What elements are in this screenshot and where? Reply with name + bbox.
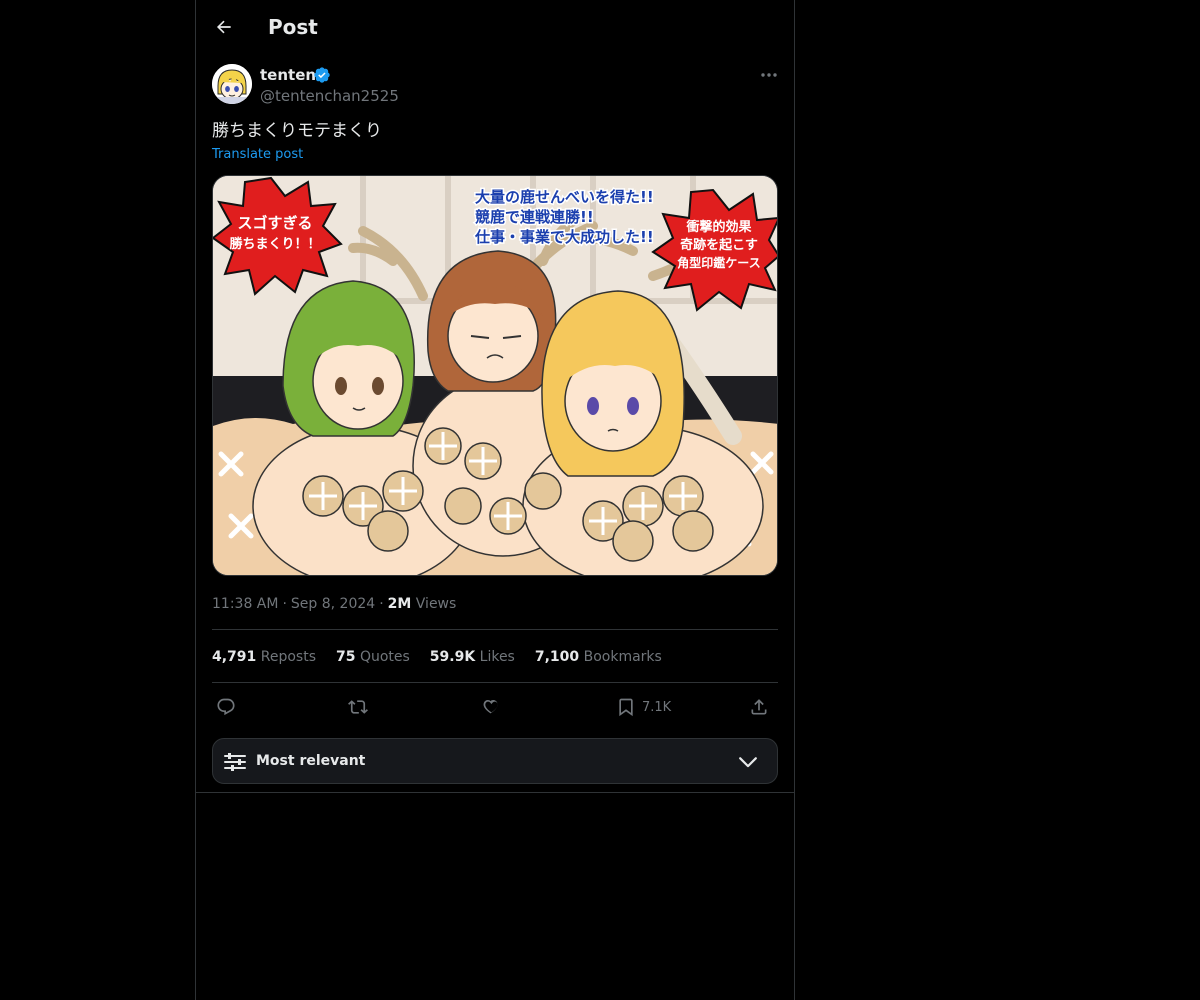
sort-label: Most relevant bbox=[256, 753, 366, 769]
repost-button[interactable] bbox=[348, 695, 368, 719]
views-count: 2M bbox=[387, 596, 412, 612]
center-text-line3: 仕事・事業で大成功した!! bbox=[474, 228, 654, 246]
share-icon bbox=[751, 699, 767, 715]
reply-icon bbox=[217, 698, 235, 716]
post-meta: 11:38 AM · Sep 8, 2024 · 2M Views bbox=[212, 594, 456, 614]
reply-sort-dropdown[interactable]: Most relevant bbox=[212, 738, 778, 784]
post-time[interactable]: 11:38 AM bbox=[212, 596, 278, 612]
main-column: Post tenten @tentenchan2525 勝ちまくりモテまくり T… bbox=[195, 0, 795, 1000]
burst-left-line1: スゴすぎる bbox=[237, 214, 312, 232]
handle[interactable]: @tentenchan2525 bbox=[260, 86, 399, 106]
stat-count: 4,791 bbox=[212, 649, 257, 665]
stat-likes[interactable]: 59.9K Likes bbox=[430, 647, 515, 667]
stat-reposts[interactable]: 4,791 Reposts bbox=[212, 647, 316, 667]
engagement-stats: 4,791 Reposts 75 Quotes 59.9K Likes 7,10… bbox=[212, 647, 662, 667]
translate-link[interactable]: Translate post bbox=[212, 146, 303, 164]
post-image[interactable]: スゴすぎる 勝ちまくり！！ 大量の鹿せんべいを得た!! 競鹿で連戦連勝!! 仕事… bbox=[212, 175, 778, 576]
stat-label: Reposts bbox=[260, 649, 316, 665]
burst-right-line1: 衝撃的効果 bbox=[685, 219, 751, 235]
stat-label: Quotes bbox=[359, 649, 410, 665]
stat-count: 75 bbox=[336, 649, 356, 665]
divider bbox=[212, 682, 778, 683]
chevron-down-icon bbox=[739, 757, 757, 768]
header: Post bbox=[196, 0, 794, 54]
separator-dot: · bbox=[379, 596, 384, 612]
more-dots-icon bbox=[761, 73, 777, 77]
share-button[interactable] bbox=[749, 695, 769, 719]
sliders-icon bbox=[224, 753, 246, 771]
more-button[interactable] bbox=[756, 64, 782, 86]
center-text-line2: 競鹿で連戦連勝!! bbox=[475, 208, 594, 226]
illustration: スゴすぎる 勝ちまくり！！ 大量の鹿せんべいを得た!! 競鹿で連戦連勝!! 仕事… bbox=[213, 176, 777, 575]
stat-label: Likes bbox=[479, 649, 515, 665]
burst-right-line2: 奇跡を起こす bbox=[680, 237, 758, 253]
post-text: 勝ちまくりモテまくり bbox=[212, 121, 382, 141]
divider bbox=[212, 629, 778, 630]
stat-quotes[interactable]: 75 Quotes bbox=[336, 647, 410, 667]
avatar-image bbox=[212, 64, 252, 104]
stat-count: 7,100 bbox=[534, 649, 580, 665]
column-divider bbox=[196, 792, 794, 793]
bookmark-count: 7.1K bbox=[642, 699, 672, 715]
back-arrow-icon bbox=[216, 20, 231, 34]
display-name[interactable]: tenten bbox=[260, 65, 316, 85]
verified-badge-icon bbox=[314, 67, 330, 83]
heart-icon bbox=[483, 699, 498, 714]
stat-label: Bookmarks bbox=[583, 649, 662, 665]
stat-bookmarks[interactable]: 7,100 Bookmarks bbox=[535, 647, 662, 667]
views-label: Views bbox=[415, 596, 457, 612]
repost-icon bbox=[348, 700, 368, 714]
center-text-line1: 大量の鹿せんべいを得た!! bbox=[475, 188, 654, 206]
post-date[interactable]: Sep 8, 2024 bbox=[291, 596, 375, 612]
page-title: Post bbox=[268, 15, 318, 39]
avatar[interactable] bbox=[212, 64, 252, 104]
bookmark-button[interactable]: 7.1K bbox=[616, 695, 671, 719]
reply-button[interactable] bbox=[216, 695, 236, 719]
stat-count: 59.9K bbox=[429, 649, 476, 665]
burst-right-line3: 角型印鑑ケース bbox=[677, 255, 760, 270]
action-bar: 7.1K bbox=[212, 692, 778, 722]
back-button[interactable] bbox=[210, 13, 238, 41]
separator-dot: · bbox=[282, 596, 287, 612]
bookmark-icon bbox=[619, 698, 633, 717]
like-button[interactable] bbox=[481, 695, 501, 719]
burst-left-line2: 勝ちまくり！！ bbox=[229, 236, 320, 252]
